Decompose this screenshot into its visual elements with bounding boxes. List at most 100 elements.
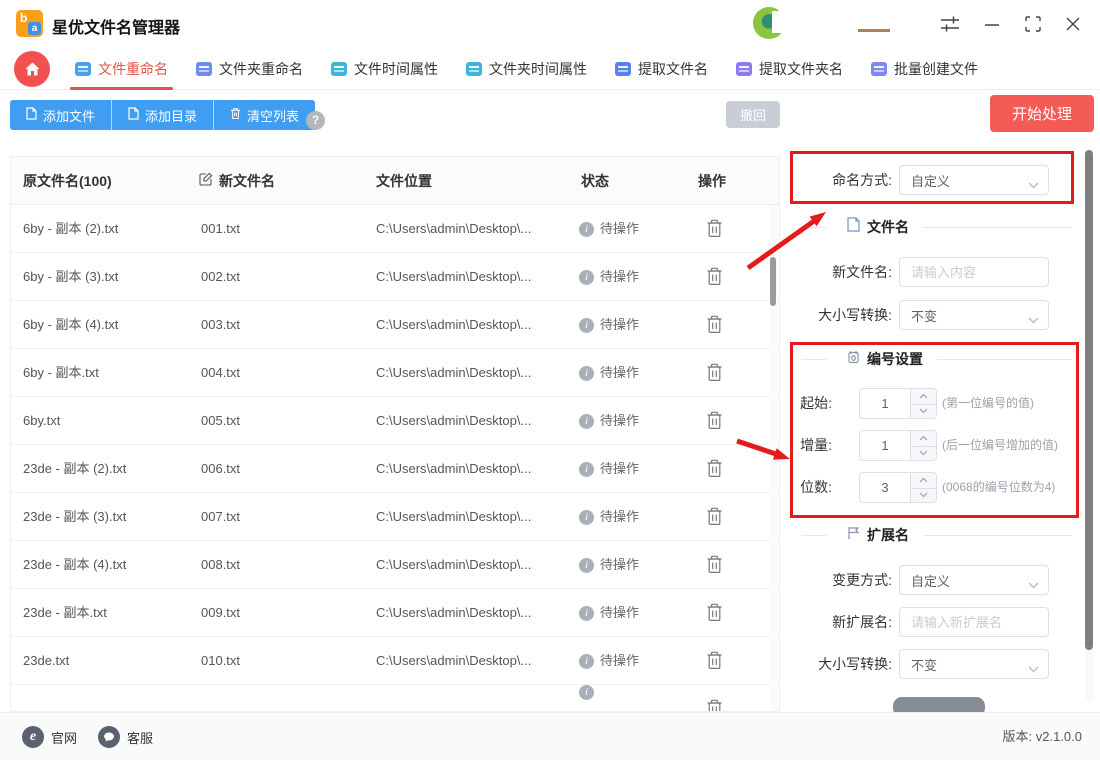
file-location: C:\Users\admin\Desktop\... — [376, 493, 531, 541]
status-badge: i 待操作 — [579, 445, 639, 493]
ext-case-convert-label: 大小写转换: — [780, 649, 898, 679]
status-badge: i 待操作 — [579, 253, 639, 301]
increment-stepper[interactable]: 1 — [859, 430, 937, 461]
stepper-down-button[interactable] — [911, 404, 936, 419]
delete-row-button[interactable] — [704, 219, 724, 239]
col-operation: 操作 — [698, 157, 726, 205]
tab-item[interactable]: 文件夹重命名 — [196, 48, 303, 90]
start-number-stepper[interactable]: 1 — [859, 388, 937, 419]
edit-pencil-icon — [199, 157, 213, 205]
file-location: C:\Users\admin\Desktop\... — [376, 349, 531, 397]
numbering-icon — [847, 350, 860, 369]
file-location: C:\Users\admin\Desktop\... — [376, 253, 531, 301]
delete-row-button[interactable] — [704, 651, 724, 671]
table-row: 23de - 副本 (2).txt 006.txt C:\Users\admin… — [11, 445, 779, 493]
globe-e-icon: e — [22, 726, 44, 748]
delete-row-button[interactable] — [704, 315, 724, 335]
stepper-up-button[interactable] — [911, 431, 936, 446]
status-badge: i — [579, 685, 600, 700]
change-mode-select[interactable]: 自定义 — [899, 565, 1049, 595]
filename-section-header: 文件名 — [802, 217, 1072, 237]
digits-label: 位数: — [780, 472, 838, 503]
tab-icon — [331, 62, 347, 76]
stepper-down-button[interactable] — [911, 488, 936, 503]
app-title: 星优文件名管理器 — [52, 14, 180, 38]
new-filename-input[interactable] — [899, 257, 1049, 287]
digits-stepper[interactable]: 3 — [859, 472, 937, 503]
info-icon: i — [579, 685, 594, 700]
chat-bubble-icon — [98, 726, 120, 748]
delete-row-button[interactable] — [704, 699, 724, 712]
table-scrollbar-track[interactable] — [770, 205, 778, 711]
minimize-button[interactable] — [980, 12, 1004, 36]
new-filename-label: 新文件名: — [780, 257, 898, 287]
tab-item[interactable]: 提取文件夹名 — [736, 48, 843, 90]
new-extension-input[interactable] — [899, 607, 1049, 637]
stepper-up-button[interactable] — [911, 389, 936, 404]
delete-row-button[interactable] — [704, 555, 724, 575]
file-location: C:\Users\admin\Desktop\... — [376, 445, 531, 493]
case-convert-select[interactable]: 不变 — [899, 300, 1049, 330]
home-button[interactable] — [14, 51, 50, 87]
ext-case-convert-select[interactable]: 不变 — [899, 649, 1049, 679]
add-directory-button[interactable]: 添加目录 — [111, 100, 213, 130]
increment-hint: (后一位编号增加的值) — [942, 430, 1058, 461]
delete-row-button[interactable] — [704, 603, 724, 623]
status-badge: i 待操作 — [579, 493, 639, 541]
stepper-down-button[interactable] — [911, 446, 936, 461]
col-original-name: 原文件名(100) — [23, 157, 112, 205]
official-site-link[interactable]: e 官网 — [22, 713, 77, 760]
help-button[interactable]: ? — [306, 111, 325, 130]
col-status: 状态 — [581, 157, 609, 205]
delete-row-button[interactable] — [704, 459, 724, 479]
tab-item[interactable]: 批量创建文件 — [871, 48, 978, 90]
table-row: 6by - 副本 (3).txt 002.txt C:\Users\admin\… — [11, 253, 779, 301]
panel-scrollbar-track[interactable] — [1085, 150, 1093, 702]
app-logo-icon: b a — [16, 10, 43, 37]
add-file-button[interactable]: 添加文件 — [10, 100, 111, 130]
delete-row-button[interactable] — [704, 267, 724, 287]
original-filename: 6by - 副本 (3).txt — [23, 253, 118, 301]
delete-row-button[interactable] — [704, 507, 724, 527]
settings-sliders-icon[interactable] — [938, 12, 962, 36]
original-filename: 23de.txt — [23, 637, 69, 685]
new-filename: 004.txt — [201, 349, 240, 397]
delete-row-button[interactable] — [704, 411, 724, 431]
new-extension-label: 新扩展名: — [780, 607, 898, 637]
close-button[interactable] — [1061, 12, 1085, 36]
table-row: 23de - 副本 (4).txt 008.txt C:\Users\admin… — [11, 541, 779, 589]
start-number-label: 起始: — [780, 388, 838, 419]
stepper-up-button[interactable] — [911, 473, 936, 488]
panel-scrollbar-thumb[interactable] — [1085, 150, 1093, 650]
table-row: 23de - 副本.txt 009.txt C:\Users\admin\Des… — [11, 589, 779, 637]
undo-button[interactable]: 撤回 — [726, 101, 780, 128]
naming-mode-label: 命名方式: — [780, 165, 898, 195]
maximize-button[interactable] — [1021, 12, 1045, 36]
clear-list-button[interactable]: 清空列表 — [213, 100, 315, 130]
info-icon: i — [579, 558, 594, 573]
tab-bar: 文件重命名 文件夹重命名 文件时间属性 文件夹时间属性 提取文件名 提取文件夹名… — [0, 48, 1100, 90]
tab-item[interactable]: 文件时间属性 — [331, 48, 438, 90]
new-filename: 002.txt — [201, 253, 240, 301]
new-filename: 009.txt — [201, 589, 240, 637]
naming-mode-select[interactable]: 自定义 — [899, 165, 1049, 195]
table-row: 23de.txt 010.txt C:\Users\admin\Desktop\… — [11, 637, 779, 685]
file-location: C:\Users\admin\Desktop\... — [376, 205, 531, 253]
tab-item[interactable]: 提取文件名 — [615, 48, 708, 90]
table-scrollbar-thumb[interactable] — [770, 257, 776, 306]
status-badge: i 待操作 — [579, 205, 639, 253]
footer: e 官网 客服 版本: v2.1.0.0 — [0, 712, 1100, 760]
tab-item[interactable]: 文件重命名 — [75, 48, 168, 90]
tab-item[interactable]: 文件夹时间属性 — [466, 48, 587, 90]
start-processing-button[interactable]: 开始处理 — [990, 95, 1094, 132]
chevron-down-icon — [1028, 661, 1039, 676]
info-icon: i — [579, 222, 594, 237]
table-row: 23de - 副本 (3).txt 007.txt C:\Users\admin… — [11, 493, 779, 541]
delete-row-button[interactable] — [704, 363, 724, 383]
customer-support-link[interactable]: 客服 — [98, 713, 153, 760]
table-header: 原文件名(100) 新文件名 文件位置 状态 操作 — [11, 157, 779, 205]
toolbar-button-group: 添加文件 添加目录 清空列表 — [10, 100, 315, 130]
numbering-section-header: 编号设置 — [802, 349, 1072, 369]
info-icon: i — [579, 414, 594, 429]
digits-hint: (0068的编号位数为4) — [942, 472, 1055, 503]
